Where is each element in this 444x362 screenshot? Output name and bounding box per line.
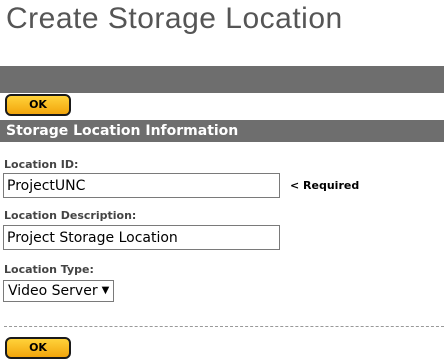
- location-id-input[interactable]: [3, 173, 280, 198]
- location-type-label: Location Type:: [4, 263, 94, 276]
- ok-button-bottom[interactable]: OK: [5, 337, 71, 359]
- location-type-selected-value: Video Server: [8, 283, 98, 299]
- location-description-input[interactable]: [3, 225, 280, 250]
- location-description-label: Location Description:: [4, 209, 137, 222]
- location-type-select[interactable]: Video Server ▼: [3, 280, 115, 302]
- top-toolbar-bar: [0, 66, 444, 93]
- location-id-label: Location ID:: [4, 158, 79, 171]
- dashed-divider: [4, 326, 444, 327]
- page-title: Create Storage Location: [6, 2, 343, 35]
- dropdown-arrow-icon: ▼: [101, 285, 110, 296]
- ok-button-top[interactable]: OK: [5, 94, 71, 116]
- required-note: < Required: [290, 179, 360, 192]
- section-header: Storage Location Information: [0, 120, 444, 142]
